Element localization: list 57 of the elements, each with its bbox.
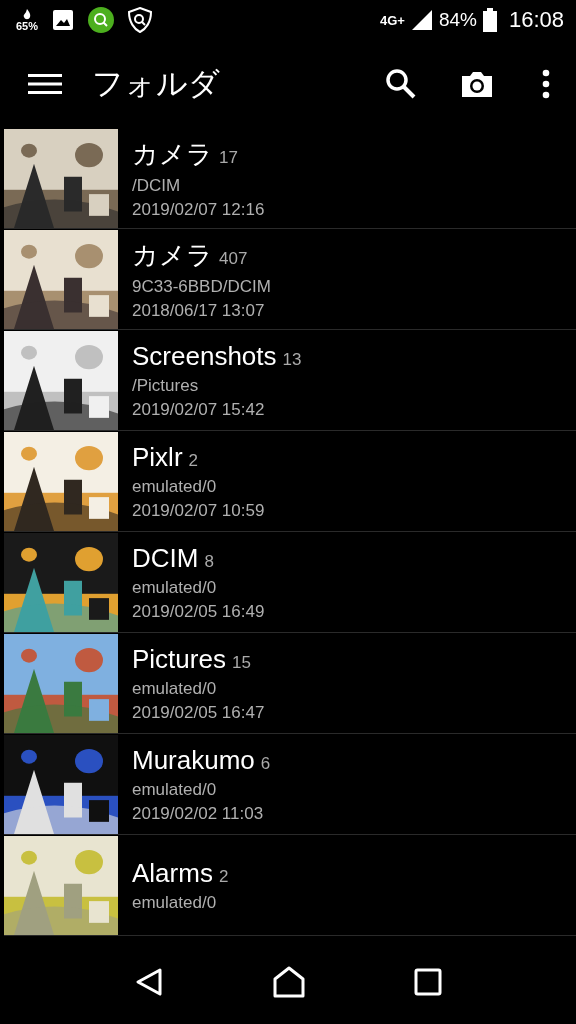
folder-name: カメラ xyxy=(132,137,213,171)
modified-date: 2018/06/17 13:07 xyxy=(132,300,266,321)
camera-icon xyxy=(460,70,494,98)
item-count: 2 xyxy=(188,450,199,471)
modified-date: 2019/02/05 16:47 xyxy=(132,702,265,723)
folder-path: 9C33-6BBD/DCIM xyxy=(132,276,271,297)
folder-item[interactable]: Pictures 15 emulated/0 2019/02/05 16:47 xyxy=(4,633,576,734)
search-icon xyxy=(88,7,115,33)
folder-item[interactable]: Pixlr 2 emulated/0 2019/02/07 10:59 xyxy=(4,431,576,532)
modified-date: 2019/02/07 12:16 xyxy=(132,199,265,220)
folder-path: emulated/0 xyxy=(132,577,218,598)
battery-percentage: 84% xyxy=(438,9,477,31)
item-count: 407 xyxy=(219,248,248,269)
item-count: 2 xyxy=(218,866,229,887)
folder-path: emulated/0 xyxy=(132,678,218,699)
folder-item[interactable]: Alarms 2 emulated/0 xyxy=(4,835,576,936)
recent-apps-icon xyxy=(414,968,442,996)
signal-icon xyxy=(410,9,433,31)
folder-name: Pictures xyxy=(132,643,226,675)
item-count: 15 xyxy=(231,652,251,673)
modified-date: 2019/02/05 16:49 xyxy=(132,601,265,622)
shield-icon xyxy=(128,7,153,33)
folder-item[interactable]: Murakumo 6 emulated/0 2019/02/02 11:03 xyxy=(4,734,576,835)
folder-name: Murakumo xyxy=(132,744,255,776)
folder-item[interactable]: カメラ 17 /DCIM 2019/02/07 12:16 xyxy=(4,128,576,229)
menu-icon xyxy=(28,72,62,96)
folder-name: Screenshots xyxy=(132,340,277,372)
flame-icon xyxy=(21,8,33,21)
item-count: 6 xyxy=(260,753,271,774)
item-count: 17 xyxy=(219,147,238,168)
network-type: 4G+ xyxy=(379,13,405,28)
more-options-icon xyxy=(542,69,550,99)
folder-name: カメラ xyxy=(132,238,213,272)
item-count: 13 xyxy=(282,349,302,370)
back-icon xyxy=(134,967,164,997)
image-icon xyxy=(52,9,75,31)
folder-name: DCIM xyxy=(132,542,199,574)
temperature-reading: 65% xyxy=(16,20,39,32)
modified-date: 2019/02/02 11:03 xyxy=(132,803,265,824)
screen-title: フォルダ xyxy=(92,65,221,103)
clock: 16:08 xyxy=(508,7,564,33)
folder-path: emulated/0 xyxy=(132,892,218,913)
folder-name: Pixlr xyxy=(132,441,183,473)
home-icon xyxy=(272,966,306,998)
folder-item[interactable]: Screenshots 13 /Pictures 2019/02/07 15:42 xyxy=(4,330,576,431)
modified-date: 2019/02/07 15:42 xyxy=(132,399,266,420)
folder-path: emulated/0 xyxy=(132,779,218,800)
battery-icon xyxy=(482,8,497,32)
folder-item[interactable]: カメラ 407 9C33-6BBD/DCIM 2018/06/17 13:07 xyxy=(4,229,576,330)
folder-path: /Pictures xyxy=(132,375,200,396)
folder-path: emulated/0 xyxy=(132,476,218,497)
folder-item[interactable]: DCIM 8 emulated/0 2019/02/05 16:49 xyxy=(4,532,576,633)
search-icon xyxy=(385,68,417,100)
folder-name: Alarms xyxy=(132,857,213,889)
modified-date: 2019/02/07 10:59 xyxy=(132,500,265,521)
item-count: 8 xyxy=(204,551,214,572)
folder-path: /DCIM xyxy=(132,175,182,196)
